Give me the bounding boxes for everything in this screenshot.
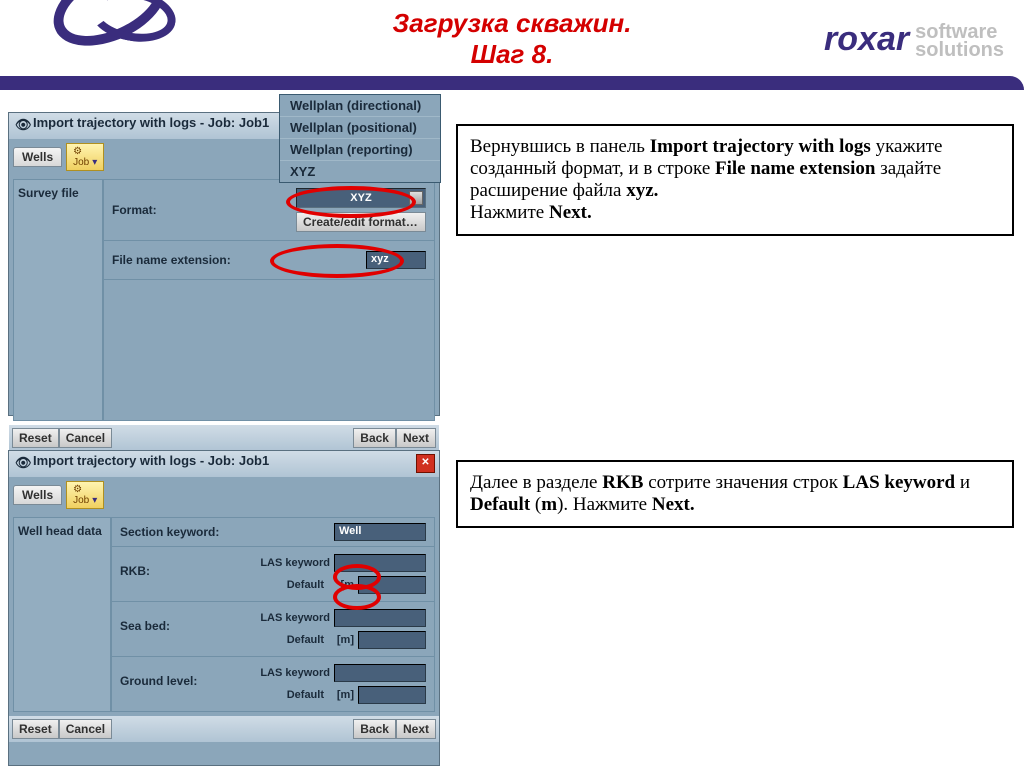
app-icon: 👁 — [15, 455, 29, 469]
titlebar: 👁Import trajectory with logs - Job: Job1… — [9, 451, 439, 477]
window-footer: Reset Cancel Back Next — [9, 716, 439, 742]
annotation-2: Далее в разделе RKB сотрите значения стр… — [456, 460, 1014, 528]
ground-las-input[interactable] — [334, 664, 426, 682]
side-label: Well head data — [13, 517, 111, 712]
format-label: Format: — [112, 203, 232, 217]
rkb-las-input[interactable] — [334, 554, 426, 572]
side-label: Survey file — [13, 179, 103, 421]
popup-item[interactable]: Wellplan (positional) — [280, 117, 440, 139]
job-button[interactable]: ⚙Job — [66, 481, 104, 509]
ground-def-input[interactable] — [358, 686, 426, 704]
reset-button[interactable]: Reset — [12, 428, 59, 448]
tab-wells[interactable]: Wells — [13, 485, 62, 505]
job-button[interactable]: ⚙Job — [66, 143, 104, 171]
rkb-label: RKB: — [120, 552, 150, 578]
annotation-1: Вернувшись в панель Import trajectory wi… — [456, 124, 1014, 236]
popup-item[interactable]: XYZ — [280, 161, 440, 182]
section-kw-label: Section keyword: — [120, 525, 240, 539]
tab-wells[interactable]: Wells — [13, 147, 62, 167]
gear-icon: ⚙ — [73, 484, 82, 495]
rkb-def-input[interactable] — [358, 576, 426, 594]
reset-button[interactable]: Reset — [12, 719, 59, 739]
ext-input[interactable]: xyz — [366, 251, 426, 269]
seabed-las-input[interactable] — [334, 609, 426, 627]
cancel-button[interactable]: Cancel — [59, 428, 112, 448]
chevron-down-icon — [409, 191, 423, 205]
format-select[interactable]: XYZ — [296, 188, 426, 208]
format-popup: Wellplan (directional) Wellplan (positio… — [279, 94, 441, 183]
next-button[interactable]: Next — [396, 428, 436, 448]
gear-icon: ⚙ — [73, 146, 82, 157]
back-button[interactable]: Back — [353, 719, 396, 739]
cancel-button[interactable]: Cancel — [59, 719, 112, 739]
popup-item[interactable]: Wellplan (directional) — [280, 95, 440, 117]
popup-item[interactable]: Wellplan (reporting) — [280, 139, 440, 161]
window-well-head: 👁Import trajectory with logs - Job: Job1… — [8, 450, 440, 766]
back-button[interactable]: Back — [353, 428, 396, 448]
app-icon: 👁 — [15, 117, 29, 131]
window-footer: Reset Cancel Back Next — [9, 425, 439, 451]
section-kw-input[interactable]: Well — [334, 523, 426, 541]
next-button[interactable]: Next — [396, 719, 436, 739]
ground-label: Ground level: — [120, 662, 197, 688]
decorative-swirl — [50, 0, 250, 90]
roxar-logo: roxarsoftwaresolutions — [824, 20, 1004, 59]
seabed-label: Sea bed: — [120, 607, 170, 633]
ext-label: File name extension: — [112, 253, 272, 267]
create-edit-format-button[interactable]: Create/edit format… — [296, 212, 426, 232]
close-icon[interactable]: ✕ — [416, 454, 435, 473]
seabed-def-input[interactable] — [358, 631, 426, 649]
